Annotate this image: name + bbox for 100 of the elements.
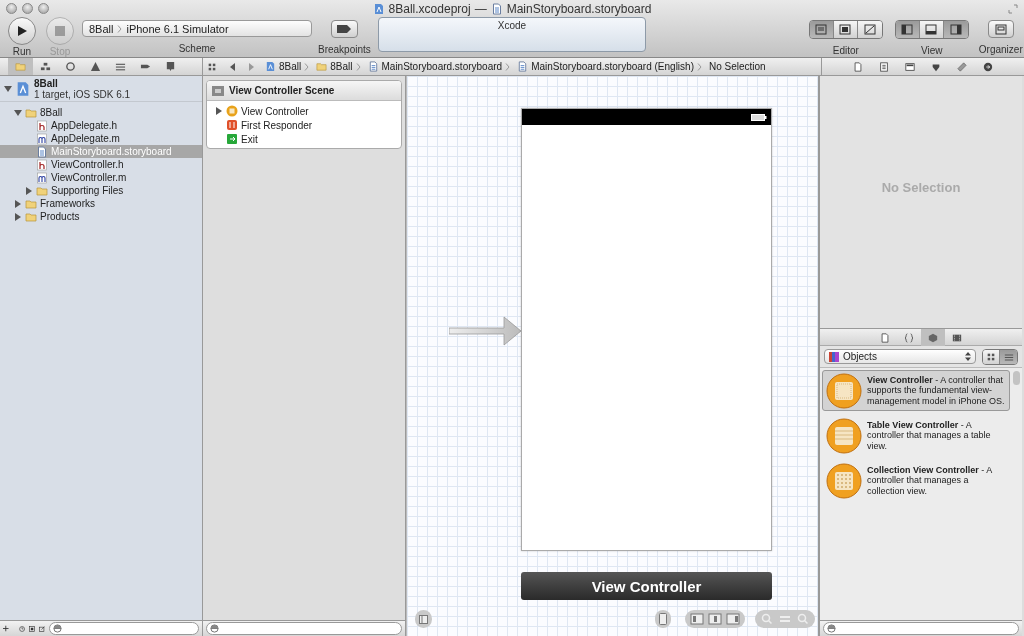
grid-icon — [207, 61, 217, 72]
phone-icon — [659, 613, 667, 625]
outline-item[interactable]: View Controller — [207, 104, 401, 118]
breadcrumb[interactable]: 8Ball — [265, 61, 313, 72]
breadcrumb[interactable]: 8Ball — [316, 61, 364, 72]
disclosure-triangle-icon[interactable] — [14, 108, 22, 117]
view-toggle-button[interactable] — [919, 21, 944, 38]
library-item[interactable]: View Controller - A controller that supports the fundamental view-management model in iPhone OS. — [822, 370, 1010, 411]
stepper-icon — [965, 352, 971, 361]
file-row[interactable]: AppDelegate.h — [0, 119, 202, 132]
navigator-filter-field[interactable] — [49, 622, 199, 635]
view-toggle-button[interactable] — [943, 21, 968, 38]
disclosure-triangle-icon[interactable] — [25, 186, 33, 195]
scene-dock[interactable]: View Controller — [521, 572, 772, 600]
storyboard-icon — [367, 61, 379, 72]
breakpoints-button[interactable] — [330, 20, 358, 38]
document-icon — [879, 61, 889, 72]
ruler-icon — [957, 61, 967, 72]
disclosure-triangle-icon[interactable] — [215, 107, 223, 115]
view-controller-icon — [826, 372, 862, 409]
breadcrumb[interactable]: No Selection — [709, 61, 769, 72]
library-item[interactable]: Table View Controller - A controller that manages a table view. — [822, 415, 1010, 456]
scrollbar-thumb[interactable] — [1013, 371, 1020, 385]
outline-item[interactable]: First Responder — [207, 118, 401, 132]
file-row[interactable]: Frameworks — [0, 197, 202, 210]
editor-mode-button[interactable] — [857, 21, 882, 38]
back-arrow-icon[interactable] — [229, 62, 237, 71]
zoom-button[interactable] — [38, 3, 49, 14]
filter-icon — [210, 624, 219, 633]
document-icon — [853, 61, 863, 72]
folder-icon — [36, 184, 48, 197]
scheme-selector[interactable]: 8Ball iPhone 6.1 Simulator — [82, 20, 312, 37]
view-toggle-button[interactable] — [895, 21, 920, 38]
disclosure-triangle-icon[interactable] — [14, 212, 22, 221]
library-view-button[interactable] — [983, 349, 1000, 364]
hierarchy-icon — [40, 61, 51, 72]
organizer-label: Organizer — [978, 44, 1023, 55]
braces-icon — [904, 332, 914, 343]
arrow-circle-icon — [983, 61, 993, 72]
box-icon[interactable] — [28, 623, 35, 634]
editor-label: Editor — [832, 45, 859, 56]
disclosure-triangle-icon[interactable] — [4, 84, 12, 93]
canvas-button[interactable] — [655, 610, 671, 628]
bottom-panel-icon — [924, 23, 939, 36]
chevron-icon — [697, 62, 702, 71]
canvas-button[interactable] — [415, 610, 432, 628]
outline-item[interactable]: Exit — [207, 132, 401, 146]
file-row[interactable]: ViewController.m — [0, 171, 202, 184]
film-icon — [952, 332, 962, 343]
close-button[interactable] — [6, 3, 17, 14]
layout-icon[interactable] — [689, 613, 705, 625]
run-button[interactable] — [8, 17, 36, 45]
chevron-icon — [505, 62, 511, 71]
project-row[interactable]: 8Ball 1 target, iOS SDK 6.1 — [0, 76, 202, 102]
outline-filter-field[interactable] — [206, 622, 402, 635]
table-view-icon — [826, 417, 862, 454]
minimize-button[interactable] — [22, 3, 33, 14]
header-file-icon — [36, 158, 48, 171]
library-category-dropdown[interactable]: Objects — [824, 349, 976, 364]
layout-icon[interactable] — [707, 613, 723, 625]
no-selection-text: No Selection — [880, 178, 962, 197]
window-title: 8Ball.xcodeproj — [388, 1, 471, 16]
file-row[interactable]: Products — [0, 210, 202, 223]
filter-icon — [827, 624, 836, 633]
file-row[interactable]: AppDelegate.m — [0, 132, 202, 145]
library-view-button[interactable] — [1000, 349, 1017, 364]
storyboard-icon — [36, 145, 48, 158]
source-file-icon — [36, 171, 48, 184]
library-item[interactable]: Collection View Controller - A controller that manages a collection view. — [822, 460, 1010, 501]
collection-view-icon — [826, 462, 862, 499]
filter-icon — [53, 624, 62, 633]
storyboard-icon — [490, 2, 503, 15]
add-icon[interactable] — [3, 624, 9, 633]
disclosure-triangle-icon[interactable] — [14, 199, 22, 208]
speech-bubble-icon — [165, 61, 176, 72]
left-panel-icon — [900, 23, 915, 36]
folder-icon — [15, 61, 26, 72]
right-panel-icon — [948, 23, 963, 36]
file-row[interactable]: 8Ball — [0, 106, 202, 119]
breadcrumb[interactable]: MainStoryboard.storyboard (English) — [517, 61, 705, 72]
library-tab[interactable] — [921, 329, 945, 346]
project-icon — [15, 80, 31, 97]
file-row[interactable]: ViewController.h — [0, 158, 202, 171]
organizer-icon — [994, 23, 1007, 35]
edit-icon[interactable] — [38, 623, 45, 634]
organizer-button[interactable] — [987, 20, 1014, 38]
layout-icon[interactable] — [725, 613, 741, 625]
folder-icon — [25, 210, 37, 223]
editor-mode-button[interactable] — [833, 21, 858, 38]
forward-arrow-icon[interactable] — [247, 62, 255, 71]
breadcrumb[interactable]: MainStoryboard.storyboard — [367, 61, 514, 72]
chevron-icon — [304, 62, 310, 71]
play-icon — [16, 25, 28, 37]
library-filter-field[interactable] — [823, 622, 1019, 635]
file-row[interactable]: Supporting Files — [0, 184, 202, 197]
list-icon — [115, 61, 126, 72]
scheme-label: Scheme — [178, 43, 216, 54]
view-label: View — [921, 45, 943, 56]
activity-view: Xcode — [378, 17, 646, 52]
run-label: Run — [12, 46, 32, 57]
